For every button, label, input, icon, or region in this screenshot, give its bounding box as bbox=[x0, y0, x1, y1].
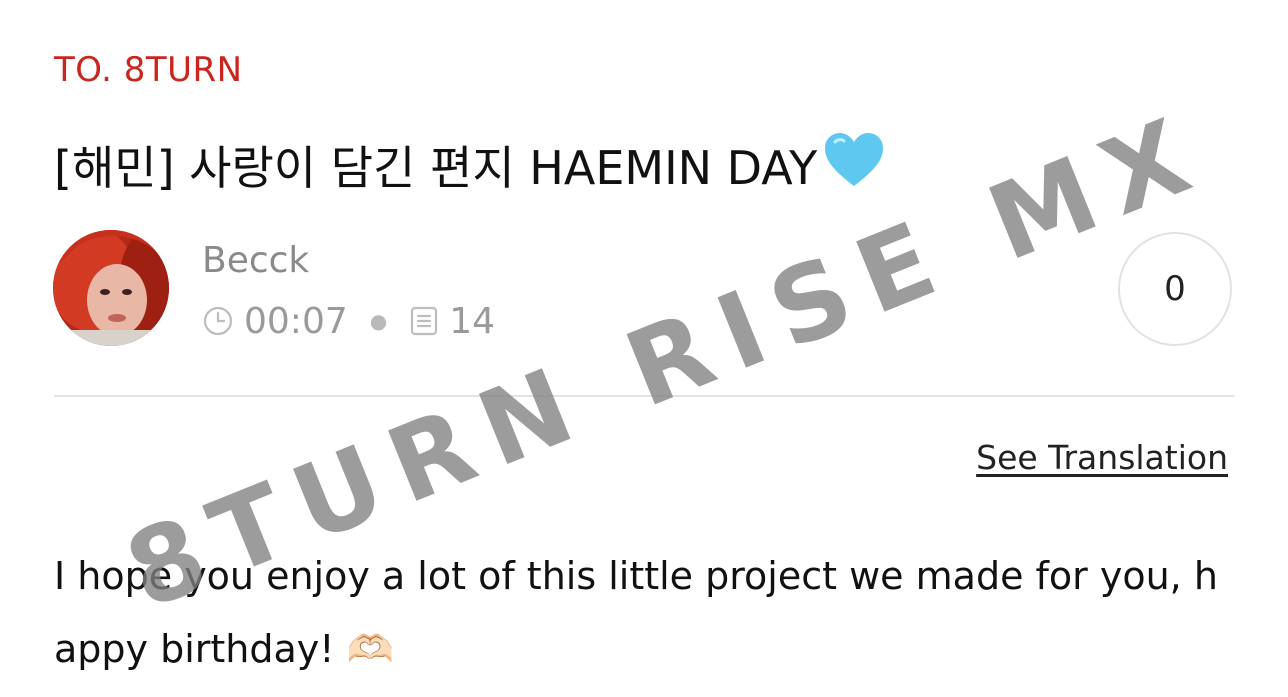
like-count: 0 bbox=[1164, 269, 1186, 309]
board-name[interactable]: TO. 8TURN bbox=[54, 50, 243, 90]
like-button[interactable]: 0 bbox=[1118, 232, 1232, 346]
document-icon bbox=[409, 305, 439, 337]
see-translation-link[interactable]: See Translation bbox=[976, 438, 1228, 477]
light-blue-heart-icon bbox=[821, 130, 887, 201]
post-meta: 00:07 ● 14 bbox=[202, 298, 495, 344]
author-avatar[interactable] bbox=[53, 230, 169, 346]
post-body: I hope you enjoy a lot of this little pr… bbox=[54, 554, 1218, 671]
divider bbox=[54, 395, 1235, 397]
meta-separator: ● bbox=[369, 309, 388, 333]
post-views: 14 bbox=[449, 300, 496, 342]
clock-icon bbox=[202, 305, 234, 337]
author-name[interactable]: Becck bbox=[202, 240, 309, 281]
post-title-text: [해민] 사랑이 담긴 편지 HAEMIN DAY bbox=[54, 141, 818, 195]
post-title: [해민] 사랑이 담긴 편지 HAEMIN DAY bbox=[54, 130, 887, 201]
post-time: 00:07 bbox=[244, 300, 348, 342]
